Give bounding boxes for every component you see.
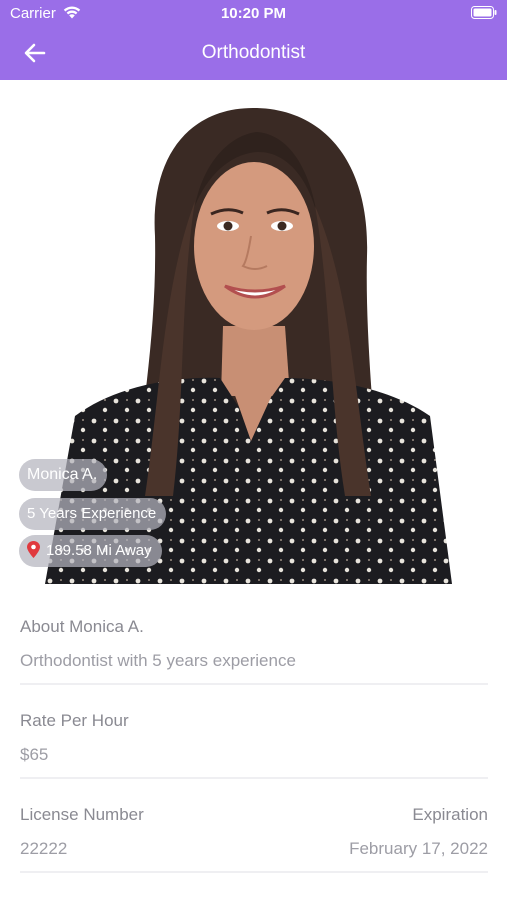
rate-value: $65 bbox=[20, 745, 49, 764]
rate-label: Rate Per Hour bbox=[20, 711, 129, 730]
distance-chip: 189.58 Mi Away bbox=[19, 535, 162, 567]
navigation-header: Carrier 10:20 PM Orthodontist bbox=[0, 0, 507, 80]
divider bbox=[20, 871, 488, 873]
divider bbox=[20, 777, 488, 779]
expiration-label: Expiration bbox=[412, 805, 488, 824]
doctor-name-chip: Monica A. bbox=[19, 459, 108, 491]
page-title: Orthodontist bbox=[201, 42, 306, 63]
battery-icon bbox=[471, 6, 497, 19]
experience-chip: 5 Years Experience bbox=[19, 498, 167, 530]
distance-label: 189.58 Mi Away bbox=[46, 542, 152, 559]
expiration-value: February 17, 2022 bbox=[349, 839, 488, 858]
about-label: About Monica A. bbox=[20, 617, 144, 636]
status-time: 10:20 PM bbox=[220, 5, 287, 22]
map-pin-icon bbox=[27, 541, 40, 558]
divider bbox=[20, 683, 488, 685]
license-label: License Number bbox=[20, 805, 144, 824]
status-bar: Carrier 10:20 PM bbox=[0, 0, 507, 28]
about-value: Orthodontist with 5 years experience bbox=[20, 651, 296, 670]
license-value: 22222 bbox=[20, 839, 68, 858]
